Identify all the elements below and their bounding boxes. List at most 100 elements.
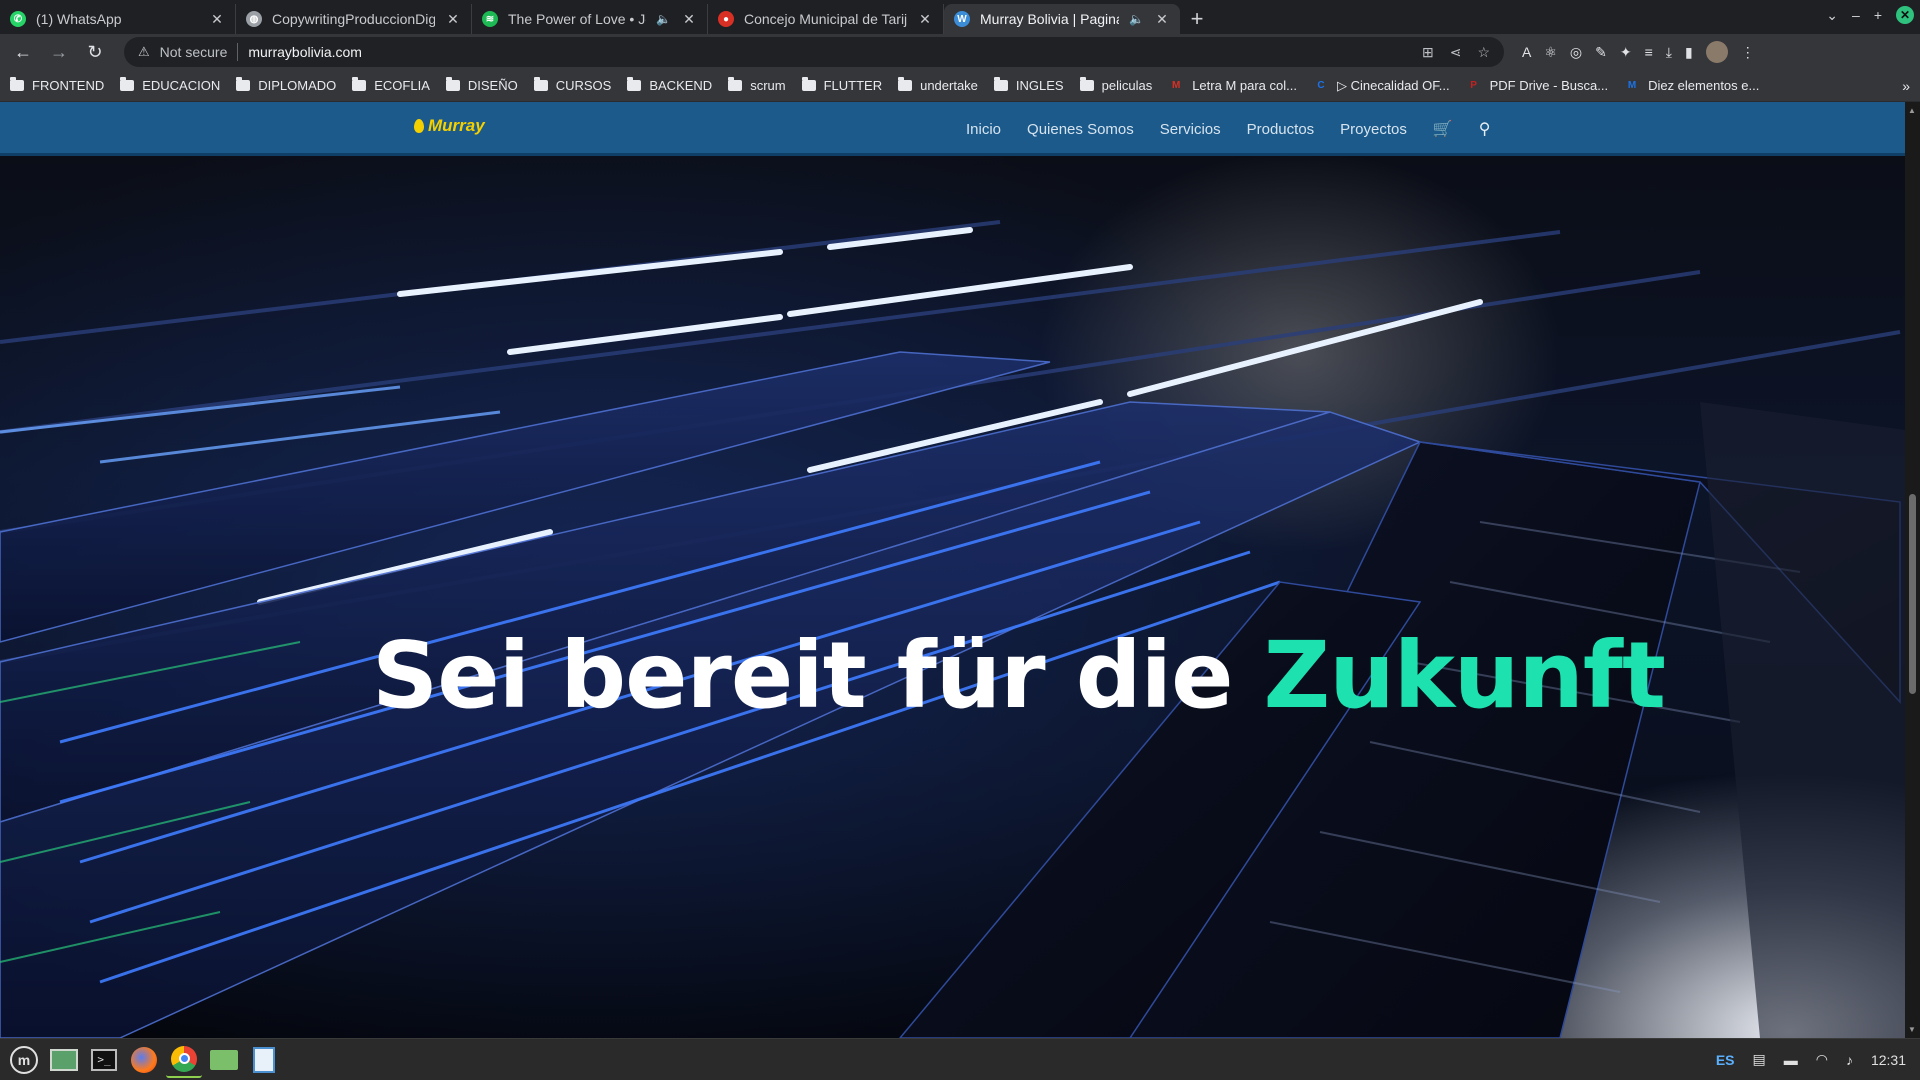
bookmark-item[interactable]: EDUCACION <box>120 77 220 93</box>
browser-tab[interactable]: ≋ The Power of Love • Jennifer 🔈 ✕ <box>472 4 708 34</box>
bookmark-label: FLUTTER <box>823 78 883 93</box>
bookmark-label: BACKEND <box>649 78 713 93</box>
system-tray: ES ▤ ▬ ◠ ♪ 12:31 <box>1716 1051 1914 1068</box>
bookmark-item[interactable]: DIPLOMADO <box>236 77 336 93</box>
close-window-icon[interactable]: ✕ <box>1896 6 1914 24</box>
close-tab-icon[interactable]: ✕ <box>917 11 933 28</box>
extensions-puzzle-icon[interactable]: ✦ <box>1620 44 1632 61</box>
share-icon[interactable]: ⋖ <box>1450 44 1462 61</box>
url-text[interactable]: murraybolivia.com <box>248 44 362 60</box>
hero-headline: Sei bereit für die Zukunft <box>372 622 1666 729</box>
download-icon[interactable]: ⤓ <box>1666 44 1672 61</box>
bookmark-item[interactable]: peliculas <box>1079 77 1152 93</box>
cart-icon[interactable]: 🛒 <box>1433 119 1453 139</box>
site-favicon-icon: M <box>1172 80 1181 91</box>
omnibox-actions: ⊞ ⋖ ☆ <box>1422 44 1490 61</box>
minimize-icon[interactable]: – <box>1852 7 1860 23</box>
bookmark-item[interactable]: CURSOS <box>533 77 611 93</box>
volume-icon[interactable]: ♪ <box>1846 1052 1853 1068</box>
bookmark-item[interactable]: scrum <box>728 77 786 93</box>
bookmark-item[interactable]: M Diez elementos e... <box>1624 78 1759 94</box>
desktop-icon <box>50 1048 78 1071</box>
folder-icon <box>728 77 743 91</box>
menu-item-productos[interactable]: Productos <box>1247 121 1315 138</box>
pen-extension-icon[interactable]: ✎ <box>1595 44 1607 61</box>
search-icon[interactable]: ⚲ <box>1479 119 1491 139</box>
spotify-icon: ≋ <box>482 11 498 27</box>
logo-drop-icon <box>414 119 424 133</box>
back-icon[interactable]: ← <box>8 37 38 67</box>
scroll-down-icon[interactable]: ▼ <box>1908 1025 1916 1034</box>
bookmark-list: FRONTEND EDUCACION DIPLOMADO ECOFLIA DISEÑO C… <box>10 77 1759 94</box>
security-label[interactable]: Not secure <box>160 44 228 60</box>
forward-icon[interactable]: → <box>44 37 74 67</box>
bookmark-label: ECOFLIA <box>374 78 430 93</box>
warning-icon[interactable]: ⚠ <box>138 44 150 60</box>
keyboard-language[interactable]: ES <box>1716 1052 1735 1068</box>
reload-icon[interactable]: ↻ <box>80 37 110 67</box>
scrollbar-thumb[interactable] <box>1909 494 1916 694</box>
window-controls: ⌄ – + ✕ <box>1826 6 1914 24</box>
bookmark-label: FRONTEND <box>32 78 105 93</box>
clock[interactable]: 12:31 <box>1871 1052 1906 1068</box>
menu-item-inicio[interactable]: Inicio <box>966 121 1001 138</box>
browser-tab[interactable]: W Murray Bolivia | Pagina Of 🔈 ✕ <box>944 4 1180 34</box>
folder-icon <box>627 77 642 91</box>
menu-kebab-icon[interactable]: ⋮ <box>1741 44 1755 61</box>
menu-item-quienes-somos[interactable]: Quienes Somos <box>1027 121 1134 138</box>
close-tab-icon[interactable]: ✕ <box>445 11 461 28</box>
folder-icon <box>445 77 460 91</box>
murray-logo[interactable]: Murray <box>414 116 485 136</box>
audio-playing-icon[interactable]: 🔈 <box>656 12 671 26</box>
browser-tab[interactable]: ◍ CopywritingProduccionDigital ✕ <box>236 4 472 34</box>
bookmark-item[interactable]: BACKEND <box>627 77 713 93</box>
react-devtools-icon[interactable]: ⚛ <box>1544 44 1557 61</box>
logo-text: Murray <box>428 116 485 135</box>
close-tab-icon[interactable]: ✕ <box>209 11 225 28</box>
tab-list: ✆ (1) WhatsApp ✕ ◍ CopywritingProduccionDigi… <box>0 4 1180 34</box>
maximize-icon[interactable]: + <box>1874 7 1882 23</box>
menu-item-servicios[interactable]: Servicios <box>1160 121 1221 138</box>
show-desktop-button[interactable] <box>46 1042 82 1078</box>
menu-item-proyectos[interactable]: Proyectos <box>1340 121 1407 138</box>
wifi-icon[interactable]: ◠ <box>1816 1051 1828 1068</box>
bookmark-item[interactable]: undertake <box>898 77 978 93</box>
browser-tab[interactable]: ● Concejo Municipal de Tarija ✕ <box>708 4 944 34</box>
browser-tab[interactable]: ✆ (1) WhatsApp ✕ <box>0 4 236 34</box>
new-tab-button[interactable]: + <box>1180 4 1214 34</box>
files-button[interactable] <box>206 1042 242 1078</box>
bookmark-item[interactable]: DISEÑO <box>445 77 518 93</box>
translate-icon[interactable]: ⊞ <box>1422 44 1434 61</box>
divider <box>237 43 239 61</box>
firefox-button[interactable] <box>126 1042 162 1078</box>
bookmark-item[interactable]: C ▷ Cinecalidad OF... <box>1313 78 1449 94</box>
bookmark-star-icon[interactable]: ☆ <box>1477 44 1490 61</box>
bookmark-item[interactable]: P PDF Drive - Busca... <box>1466 78 1608 94</box>
bookmark-item[interactable]: INGLES <box>993 77 1064 93</box>
bookmark-item[interactable]: FRONTEND <box>10 77 105 93</box>
side-panel-icon[interactable]: ▮ <box>1685 44 1693 61</box>
chrome-button[interactable] <box>166 1042 202 1078</box>
display-icon[interactable]: ▬ <box>1784 1052 1798 1068</box>
font-extension-icon[interactable]: A <box>1522 44 1531 60</box>
tab-search-icon[interactable]: ⌄ <box>1826 7 1838 24</box>
municipal-icon: ● <box>718 11 734 27</box>
target-extension-icon[interactable]: ◎ <box>1570 44 1582 61</box>
terminal-button[interactable]: >_ <box>86 1042 122 1078</box>
bookmark-item[interactable]: ECOFLIA <box>352 77 430 93</box>
text-editor-button[interactable] <box>246 1042 282 1078</box>
close-tab-icon[interactable]: ✕ <box>1154 11 1170 28</box>
main-menu: Inicio Quienes Somos Servicios Productos… <box>966 102 1491 156</box>
bookmark-item[interactable]: M Letra M para col... <box>1168 78 1297 94</box>
address-bar[interactable]: ⚠ Not secure murraybolivia.com ⊞ ⋖ ☆ <box>124 37 1504 67</box>
reading-list-icon[interactable]: ≡ <box>1645 44 1653 60</box>
bookmark-item[interactable]: FLUTTER <box>801 77 883 93</box>
page-scrollbar[interactable]: ▲ ▼ <box>1905 102 1920 1038</box>
audio-playing-icon[interactable]: 🔈 <box>1129 12 1144 26</box>
profile-avatar[interactable] <box>1705 41 1728 63</box>
mint-menu-button[interactable]: m <box>6 1042 42 1078</box>
close-tab-icon[interactable]: ✕ <box>681 11 697 28</box>
more-bookmarks-icon[interactable]: » <box>1902 78 1910 94</box>
scroll-up-icon[interactable]: ▲ <box>1908 106 1916 115</box>
clipboard-icon[interactable]: ▤ <box>1753 1051 1766 1068</box>
